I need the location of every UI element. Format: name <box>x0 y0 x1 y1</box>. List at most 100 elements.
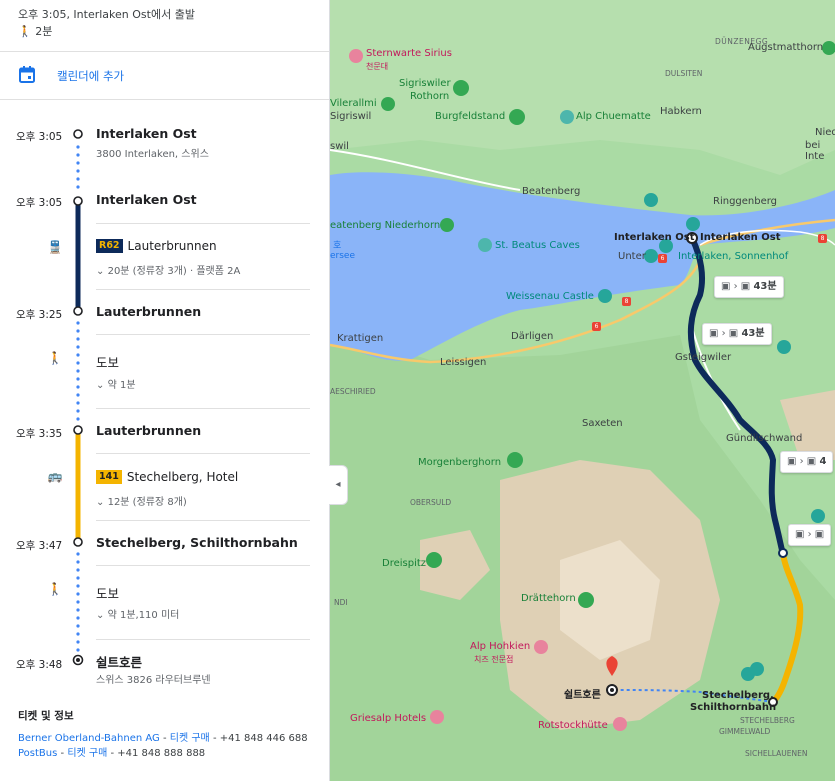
map-label[interactable]: Sternwarte Sirius <box>366 48 452 59</box>
stop-name[interactable]: Interlaken Ost <box>96 192 197 207</box>
stop-address: 3800 Interlaken, 스위스 <box>96 149 209 160</box>
walk-detail[interactable]: ⌄ 약 1분 <box>96 376 136 391</box>
map-label[interactable]: St. Beatus Caves <box>495 240 580 251</box>
map-label[interactable]: Morgenberghorn <box>418 457 501 468</box>
walk-label: 도보 <box>96 355 120 370</box>
route-duration-chip[interactable]: ▣ › ▣ 43분 <box>714 276 784 298</box>
chevron-down-icon: ⌄ <box>96 266 105 277</box>
bus-icon: ▣ › ▣ <box>795 529 825 540</box>
map-label[interactable]: Sigriswil <box>330 111 371 122</box>
map-label[interactable]: Drättehorn <box>521 593 576 604</box>
map-label[interactable]: Gündlischwand <box>726 433 802 444</box>
map-label[interactable]: Interlaken Ost <box>700 232 781 243</box>
road-shield: 6 <box>658 254 667 263</box>
map-label[interactable]: Schilthornbahn <box>690 702 776 713</box>
destination-address: 스위스 3826 라우터브루넨 <box>96 675 211 686</box>
step-time: 오후 3:35 <box>16 428 63 440</box>
route-duration-chip[interactable]: ▣ › ▣ 4 <box>780 451 834 473</box>
ticket-info-line: PostBus - 티켓 구매 - +41 848 888 888 <box>18 748 206 759</box>
step-time: 오후 3:47 <box>16 540 63 552</box>
map-label[interactable]: Leissigen <box>440 357 486 368</box>
route-detail[interactable]: ⌄ 20분 (정류장 3개) · 플랫폼 2A <box>96 262 240 277</box>
map-label[interactable]: Rotstockhütte <box>538 720 608 731</box>
destination-name[interactable]: 쉴트호른 <box>96 652 142 671</box>
road-shield: 6 <box>592 322 601 331</box>
chevron-down-icon: ⌄ <box>96 610 105 621</box>
buy-ticket-link[interactable]: 티켓 구매 <box>67 748 107 759</box>
operator-link[interactable]: Berner Oberland-Bahnen AG <box>18 733 160 744</box>
map-label[interactable]: Vilerallmi <box>330 98 377 109</box>
bus-icon: ▣ › ▣ <box>787 456 817 467</box>
map-label: SICHELLAUENEN <box>745 749 808 758</box>
map-label[interactable]: Alp Hohkien <box>470 641 530 652</box>
bus-icon: ▣ › ▣ <box>709 328 739 339</box>
route-destination: Stechelberg, Hotel <box>126 470 239 484</box>
line-badge: 141 <box>96 470 122 484</box>
map-label: bei Inte <box>805 140 825 162</box>
map-label[interactable]: Weissenau Castle <box>506 291 594 302</box>
divider <box>96 453 310 454</box>
map-label: NDI <box>334 598 348 607</box>
map-label[interactable]: Beatenberg <box>522 186 580 197</box>
map-label[interactable]: Interlaken, Sonnenhof <box>678 251 788 262</box>
map-label: DULSITEN <box>665 69 703 78</box>
map-label[interactable]: Habkern <box>660 106 702 117</box>
operator-link[interactable]: PostBus <box>18 748 57 759</box>
divider <box>96 223 310 224</box>
stop-name[interactable]: Stechelberg, Schilthornbahn <box>96 535 298 550</box>
map-label: Rothorn <box>410 91 450 102</box>
walk-detail[interactable]: ⌄ 약 1분,110 미터 <box>96 606 179 621</box>
divider <box>96 565 310 566</box>
map-label[interactable]: 쉴트호른 <box>564 686 601 701</box>
step-time: 오후 3:25 <box>16 309 63 321</box>
route-segment[interactable]: R62 Lauterbrunnen <box>96 239 217 253</box>
map-label[interactable]: Därligen <box>511 331 553 342</box>
map-label: 호 <box>333 241 342 251</box>
road-shield: 8 <box>818 234 827 243</box>
train-icon: 🚆 <box>47 240 63 254</box>
map-label: swil <box>330 141 349 152</box>
collapse-panel-button[interactable]: ◂ <box>329 465 348 505</box>
map-label[interactable]: Dreispitz <box>382 558 426 569</box>
map-label[interactable]: Stechelberg, <box>702 690 774 701</box>
route-duration-chip[interactable]: ▣ › ▣ 43분 <box>702 323 772 345</box>
map-label[interactable]: eatenberg Niederhorn <box>330 220 440 231</box>
map-label[interactable]: Gsteigwiler <box>675 352 731 363</box>
divider <box>96 334 310 335</box>
map-label[interactable]: Griesalp Hotels <box>350 713 426 724</box>
ticket-info-title: 티켓 및 정보 <box>18 710 74 722</box>
route-detail[interactable]: ⌄ 12분 (정류장 8개) <box>96 493 187 508</box>
map-label[interactable]: Sigriswiler <box>399 78 451 89</box>
map-label[interactable]: Krattigen <box>337 333 383 344</box>
directions-panel: 오후 3:05, Interlaken Ost에서 출발 🚶 2분 캘린더에 추… <box>0 0 330 781</box>
map-label[interactable]: Burgfeldstand <box>435 111 505 122</box>
map-label[interactable]: Interlaken Ost <box>614 232 695 243</box>
map-label: ersee <box>330 251 356 261</box>
map-label[interactable]: Augstmatthorn <box>748 42 823 53</box>
map-label[interactable]: Alp Chuematte <box>576 111 651 122</box>
map-label: AESCHIRIED <box>330 387 376 396</box>
map-label: 천문대 <box>366 62 389 71</box>
step-time: 오후 3:48 <box>16 659 63 671</box>
divider <box>96 289 310 290</box>
stop-name[interactable]: Lauterbrunnen <box>96 304 201 319</box>
walk-label: 도보 <box>96 586 120 601</box>
bus-icon: ▣ › ▣ <box>721 281 751 292</box>
route-duration-chip[interactable]: ▣ › ▣ <box>788 524 832 546</box>
walk-icon: 🚶 <box>47 351 63 365</box>
buy-ticket-link[interactable]: 티켓 구매 <box>170 733 210 744</box>
step-time: 오후 3:05 <box>16 197 63 209</box>
walk-icon: 🚶 <box>47 582 63 596</box>
bus-icon: 🚌 <box>47 469 63 483</box>
route-segment[interactable]: 141 Stechelberg, Hotel <box>96 470 238 484</box>
map-label[interactable]: Ringgenberg <box>713 196 777 207</box>
stop-name[interactable]: Lauterbrunnen <box>96 423 201 438</box>
map-label[interactable]: Saxeten <box>582 418 623 429</box>
map-view[interactable]: DÜNZENEGG Sternwarte Sirius 천문대 Augstmat… <box>330 0 835 781</box>
chevron-down-icon: ⌄ <box>96 380 105 391</box>
road-shield: 8 <box>622 297 631 306</box>
divider <box>96 639 310 640</box>
stop-name[interactable]: Interlaken Ost <box>96 126 197 141</box>
map-label: 치즈 전문점 <box>474 655 514 664</box>
step-time: 오후 3:05 <box>16 131 63 143</box>
